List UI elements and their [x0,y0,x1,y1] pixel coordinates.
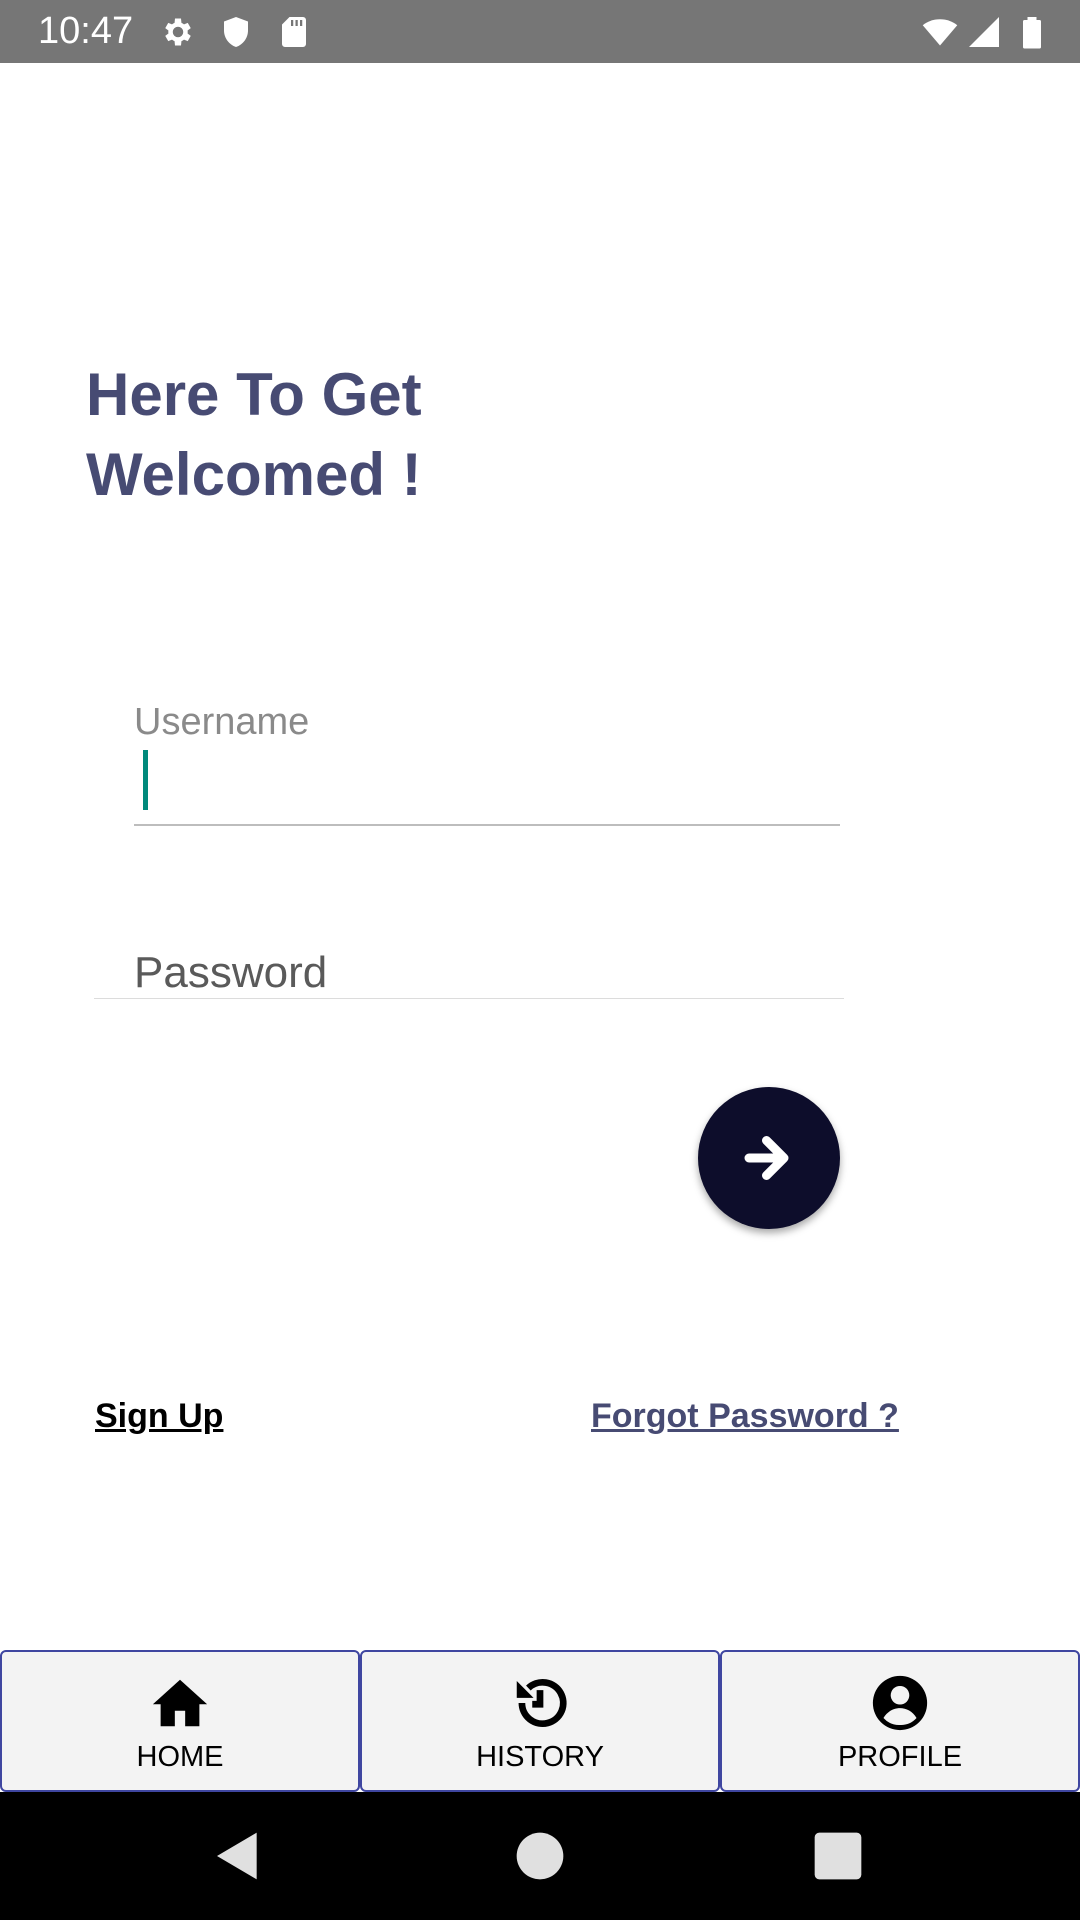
welcome-heading-line1: Here To Get [86,361,422,428]
home-circle-icon[interactable] [512,1828,568,1884]
nav-item-home[interactable]: HOME [0,1650,360,1792]
system-navigation-bar [0,1792,1080,1920]
nav-label-profile: PROFILE [837,1741,963,1773]
arrow-right-icon [739,1128,799,1188]
profile-icon [869,1672,931,1734]
nav-item-profile[interactable]: PROFILE [720,1650,1080,1792]
status-bar: 10:47 [0,0,1080,63]
home-icon [149,1672,211,1734]
shield-icon [218,14,254,50]
text-caret [143,750,148,810]
history-icon [509,1672,571,1734]
bottom-navigation: HOME HISTORY PROFILE [0,1650,1080,1792]
welcome-heading: Here To Get Welcomed ! [86,355,686,515]
back-icon[interactable] [210,1828,266,1884]
signal-icon [966,14,1002,50]
battery-icon [1012,14,1052,50]
username-label: Username [134,701,310,743]
welcome-heading-line2: Welcomed ! [86,441,422,508]
recents-icon[interactable] [810,1828,866,1884]
password-input[interactable] [94,940,844,999]
gear-icon [160,14,196,50]
wifi-icon [922,14,958,50]
submit-button[interactable] [698,1087,840,1229]
sign-up-link[interactable]: Sign Up [95,1395,223,1437]
username-input[interactable] [134,740,840,826]
nav-label-home: HOME [136,1741,224,1773]
status-time: 10:47 [38,10,134,52]
sd-card-icon [276,14,312,50]
nav-item-history[interactable]: HISTORY [360,1650,720,1792]
forgot-password-link[interactable]: Forgot Password ? [591,1395,899,1437]
nav-label-history: HISTORY [476,1741,604,1773]
